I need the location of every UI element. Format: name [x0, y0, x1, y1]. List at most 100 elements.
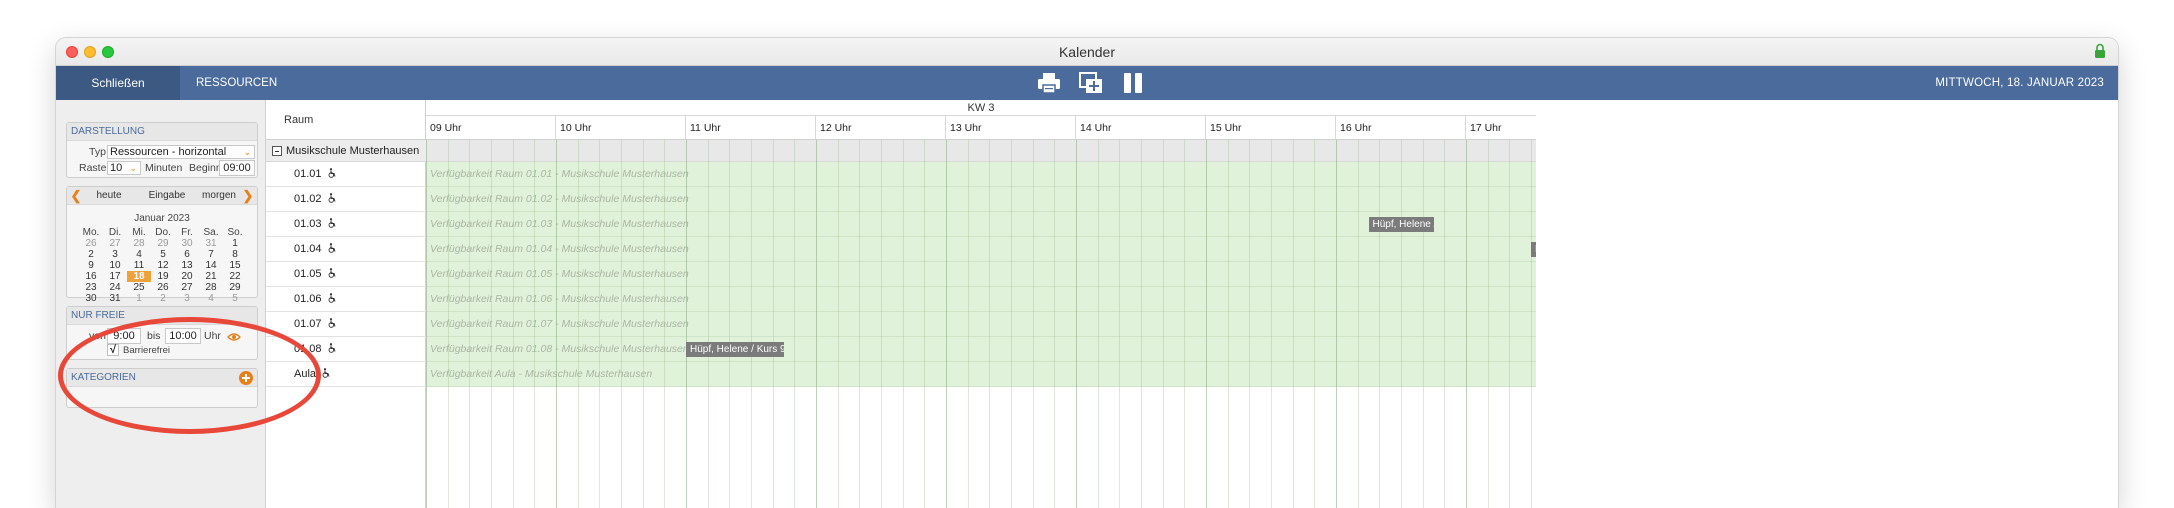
- appointment-event[interactable]: H: [1531, 242, 1536, 257]
- calendar-day[interactable]: 12: [151, 260, 175, 271]
- calendar-day[interactable]: 13: [175, 260, 199, 271]
- wheelchair-icon: [328, 343, 336, 353]
- availability-row[interactable]: Verfügbarkeit Aula - Musikschule Musterh…: [426, 362, 1536, 387]
- availability-label: Verfügbarkeit Aula - Musikschule Musterh…: [430, 368, 653, 380]
- calendar-day[interactable]: 10: [103, 260, 127, 271]
- calendar-day[interactable]: 1: [223, 238, 247, 249]
- print-icon[interactable]: [1036, 71, 1062, 95]
- availability-row[interactable]: Verfügbarkeit Raum 01.08 - Musikschule M…: [426, 337, 1536, 362]
- grid-line: [426, 140, 427, 508]
- add-window-icon[interactable]: [1078, 71, 1104, 95]
- room-row[interactable]: 01.04: [266, 237, 426, 262]
- display-panel-header: DARSTELLUNG: [67, 123, 257, 141]
- calendar-day[interactable]: 29: [223, 282, 247, 293]
- availability-row[interactable]: Verfügbarkeit Raum 01.05 - Musikschule M…: [426, 262, 1536, 287]
- calendar-day[interactable]: 29: [151, 238, 175, 249]
- type-select[interactable]: Ressourcen - horizontal ⌄: [107, 145, 255, 159]
- input-button[interactable]: Eingabe: [137, 189, 197, 203]
- calendar-day[interactable]: 9: [79, 260, 103, 271]
- calendar-day[interactable]: 22: [223, 271, 247, 282]
- grid-line: [534, 140, 536, 508]
- room-row[interactable]: 01.01: [266, 162, 426, 187]
- calendar-day[interactable]: 15: [223, 260, 247, 271]
- calendar-day[interactable]: 27: [103, 238, 127, 249]
- grid-select[interactable]: 10 ⌄: [107, 161, 141, 175]
- eye-icon[interactable]: [227, 332, 241, 342]
- calendar-day[interactable]: 26: [79, 238, 103, 249]
- appointment-event[interactable]: Hüpf, Helene / Kurs 9 F: [686, 342, 784, 357]
- grid-line: [1097, 140, 1099, 508]
- calendar-day[interactable]: 17: [103, 271, 127, 282]
- today-button[interactable]: heute: [89, 189, 129, 203]
- calendar-day[interactable]: 8: [223, 249, 247, 260]
- calendar-day[interactable]: 27: [175, 282, 199, 293]
- room-row[interactable]: 01.03: [266, 212, 426, 237]
- from-time-input[interactable]: 9:00: [107, 328, 141, 344]
- start-time-input[interactable]: 09:00: [219, 160, 255, 176]
- room-row[interactable]: 01.07: [266, 312, 426, 337]
- wheelchair-icon: [328, 168, 336, 178]
- to-time-input[interactable]: 10:00: [165, 328, 201, 344]
- calendar-day[interactable]: 24: [103, 282, 127, 293]
- appointment-event[interactable]: Hüpf, Helene /: [1368, 217, 1434, 232]
- split-view-icon[interactable]: [1120, 71, 1146, 95]
- prev-day-icon[interactable]: ❮: [67, 187, 85, 205]
- calendar-day[interactable]: 19: [151, 271, 175, 282]
- calendar-day[interactable]: 23: [79, 282, 103, 293]
- calendar-day[interactable]: 30: [175, 238, 199, 249]
- calendar-day[interactable]: 6: [175, 249, 199, 260]
- next-day-icon[interactable]: ❯: [239, 187, 257, 205]
- availability-row[interactable]: Verfügbarkeit Raum 01.06 - Musikschule M…: [426, 287, 1536, 312]
- calendar-day[interactable]: 11: [127, 260, 151, 271]
- calendar-day[interactable]: 3: [103, 249, 127, 260]
- barrier-free-checkbox[interactable]: √: [107, 344, 119, 356]
- hour-header: 16 Uhr: [1336, 116, 1466, 140]
- availability-row[interactable]: Verfügbarkeit Raum 01.04 - Musikschule M…: [426, 237, 1536, 262]
- calendar-day[interactable]: 14: [199, 260, 223, 271]
- collapse-icon[interactable]: [272, 146, 282, 156]
- calendar-day[interactable]: 28: [199, 282, 223, 293]
- availability-row[interactable]: Verfügbarkeit Raum 01.07 - Musikschule M…: [426, 312, 1536, 337]
- calendar-day[interactable]: 25: [127, 282, 151, 293]
- grid-line: [1271, 140, 1272, 508]
- calendar-day[interactable]: 30: [79, 293, 103, 304]
- grid-line: [902, 140, 904, 508]
- calendar-day[interactable]: 31: [103, 293, 127, 304]
- room-row[interactable]: 01.05: [266, 262, 426, 287]
- calendar-day[interactable]: 4: [199, 293, 223, 304]
- grid-line: [1054, 140, 1056, 508]
- room-row[interactable]: Aula: [266, 362, 426, 387]
- grid-line: [989, 140, 991, 508]
- grid-line: [1206, 140, 1207, 508]
- calendar-day[interactable]: 5: [151, 249, 175, 260]
- calendar-day[interactable]: 18: [127, 271, 151, 282]
- calendar-day[interactable]: 21: [199, 271, 223, 282]
- calendar-day[interactable]: 1: [127, 293, 151, 304]
- to-label: bis: [147, 330, 161, 342]
- calendar-day[interactable]: 2: [151, 293, 175, 304]
- grid-line: [751, 140, 752, 508]
- grid-line: [1141, 140, 1142, 508]
- availability-row[interactable]: Verfügbarkeit Raum 01.01 - Musikschule M…: [426, 162, 1536, 187]
- calendar-day[interactable]: 26: [151, 282, 175, 293]
- calendar-day[interactable]: 16: [79, 271, 103, 282]
- hour-header: 09 Uhr: [426, 116, 556, 140]
- calendar-day[interactable]: 31: [199, 238, 223, 249]
- calendar-day[interactable]: 20: [175, 271, 199, 282]
- calendar-day[interactable]: 7: [199, 249, 223, 260]
- group-row[interactable]: Musikschule Musterhausen: [266, 140, 426, 162]
- calendar-day[interactable]: 5: [223, 293, 247, 304]
- calendar-day[interactable]: 28: [127, 238, 151, 249]
- plus-icon[interactable]: [239, 371, 253, 385]
- calendar-day[interactable]: 3: [175, 293, 199, 304]
- calendar-day[interactable]: 2: [79, 249, 103, 260]
- close-button[interactable]: Schließen: [56, 66, 180, 100]
- room-row[interactable]: 01.02: [266, 187, 426, 212]
- calendar-day[interactable]: 4: [127, 249, 151, 260]
- calendar-nav: ❮ heute Eingabe morgen ❯: [67, 187, 257, 205]
- room-row[interactable]: 01.08: [266, 337, 426, 362]
- availability-row[interactable]: Verfügbarkeit Raum 01.02 - Musikschule M…: [426, 187, 1536, 212]
- resources-button[interactable]: RESSOURCEN: [196, 66, 277, 100]
- room-row[interactable]: 01.06: [266, 287, 426, 312]
- tomorrow-button[interactable]: morgen: [199, 189, 239, 203]
